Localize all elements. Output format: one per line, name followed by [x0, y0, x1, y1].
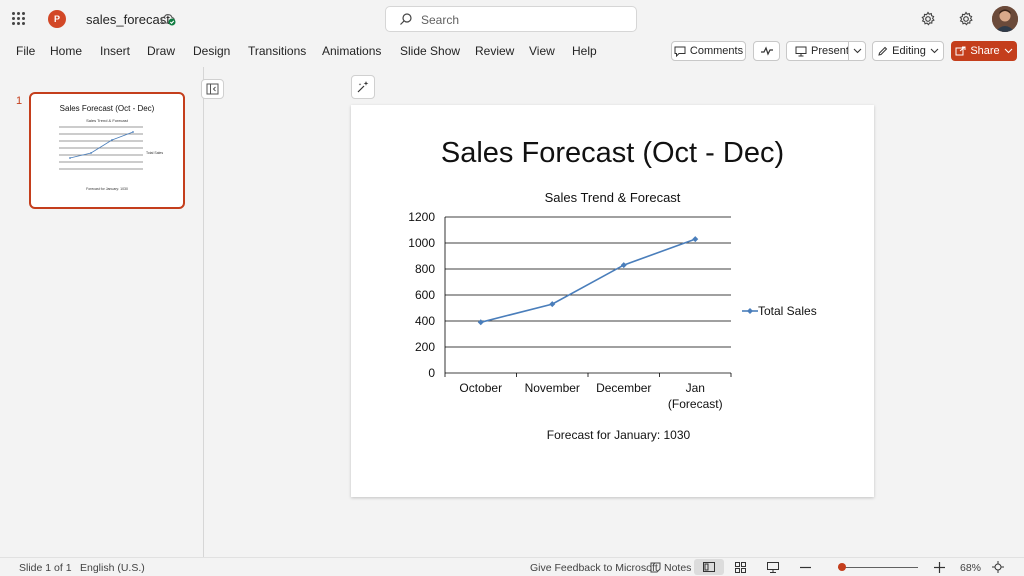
feedback-link[interactable]: Give Feedback to Microsoft — [530, 562, 658, 574]
legend-marker — [747, 308, 753, 314]
thumbnail-legend: Total Sales — [146, 151, 163, 155]
menu-draw[interactable]: Draw — [147, 44, 175, 58]
y-tick-label: 400 — [415, 314, 435, 328]
menu-help[interactable]: Help — [572, 44, 597, 58]
pane-divider — [203, 67, 204, 557]
notes-icon — [650, 562, 661, 573]
zoom-slider-thumb[interactable] — [838, 563, 846, 571]
comments-label: Comments — [689, 45, 744, 57]
user-photo-icon — [992, 6, 1018, 32]
pencil-icon — [878, 46, 888, 56]
forecast-note[interactable]: Forecast for January: 1030 — [351, 428, 874, 442]
file-name[interactable]: sales_forecast — [86, 12, 170, 27]
cloud-saved-icon — [160, 14, 176, 26]
normal-view-icon — [703, 562, 715, 572]
search-box[interactable]: Search — [385, 6, 637, 32]
menu-home[interactable]: Home — [50, 44, 82, 58]
thumbnail-note: Forecast for January: 1030 — [86, 187, 128, 191]
data-point — [477, 319, 484, 326]
menu-insert[interactable]: Insert — [100, 44, 130, 58]
chevron-down-icon — [930, 48, 939, 54]
y-tick-label: 0 — [428, 366, 435, 380]
x-category-label: November — [525, 381, 580, 395]
editing-label: Editing — [892, 45, 926, 57]
y-tick-label: 800 — [415, 262, 435, 276]
data-point — [692, 236, 699, 243]
notes-button[interactable]: Notes — [664, 562, 691, 574]
y-tick-label: 1000 — [408, 236, 435, 250]
menu-transitions[interactable]: Transitions — [248, 44, 306, 58]
chevron-down-icon — [1004, 48, 1013, 54]
settings-gear-icon[interactable] — [920, 11, 936, 27]
slideshow-view-icon[interactable] — [767, 562, 779, 573]
menu-animations[interactable]: Animations — [322, 44, 381, 58]
editing-mode-button[interactable]: Editing — [872, 41, 944, 61]
search-icon — [400, 13, 412, 25]
menu-view[interactable]: View — [529, 44, 555, 58]
menu-review[interactable]: Review — [475, 44, 514, 58]
legend-label: Total Sales — [758, 304, 817, 318]
title-bar: P sales_forecast Search — [0, 0, 1024, 38]
activity-icon — [760, 46, 773, 56]
fit-to-window-icon[interactable] — [992, 561, 1004, 573]
x-category-label: December — [596, 381, 651, 395]
present-button[interactable]: Present — [786, 41, 866, 61]
normal-view-button[interactable] — [694, 559, 724, 575]
x-category-label: Jan — [686, 381, 705, 395]
y-tick-label: 600 — [415, 288, 435, 302]
slide-sorter-icon[interactable] — [735, 562, 746, 573]
slide-canvas[interactable]: Sales Forecast (Oct - Dec) Sales Trend &… — [351, 105, 874, 497]
language-indicator[interactable]: English (U.S.) — [80, 562, 145, 574]
app-launcher-icon[interactable] — [12, 12, 26, 26]
x-category-label: October — [459, 381, 502, 395]
magic-wand-icon — [357, 81, 369, 93]
zoom-out-icon[interactable] — [800, 566, 811, 569]
options-gear-icon[interactable] — [958, 11, 974, 27]
present-icon — [795, 46, 807, 56]
data-point — [549, 301, 556, 308]
zoom-slider-track[interactable] — [838, 567, 918, 568]
menu-file[interactable]: File — [16, 44, 35, 58]
designer-button[interactable] — [351, 75, 375, 99]
comments-button[interactable]: Comments — [671, 41, 746, 61]
x-category-label: (Forecast) — [668, 397, 723, 411]
y-tick-label: 200 — [415, 340, 435, 354]
chevron-down-icon[interactable] — [853, 48, 862, 54]
y-tick-label: 1200 — [408, 210, 435, 224]
thumbnail-number: 1 — [16, 95, 23, 107]
collapse-pane-icon — [206, 83, 219, 95]
catch-up-button[interactable] — [753, 41, 780, 61]
search-placeholder: Search — [421, 13, 460, 27]
powerpoint-logo-icon: P — [48, 10, 66, 28]
user-avatar[interactable] — [992, 6, 1018, 32]
data-point — [620, 262, 627, 269]
collapse-pane-button[interactable] — [201, 79, 224, 99]
series-line — [480, 238, 696, 324]
comment-icon — [674, 46, 686, 57]
thumbnail-chart: Total Sales Forecast for January: 1030 — [59, 126, 163, 191]
zoom-level[interactable]: 68% — [960, 562, 981, 574]
share-label: Share — [970, 45, 1000, 57]
share-button[interactable]: Share — [951, 41, 1017, 61]
share-icon — [955, 46, 966, 56]
menu-slide-show[interactable]: Slide Show — [400, 44, 460, 58]
menu-design[interactable]: Design — [193, 44, 230, 58]
slide-counter: Slide 1 of 1 — [19, 562, 72, 574]
zoom-in-icon[interactable] — [934, 562, 945, 573]
slide-thumbnail[interactable]: Sales Forecast (Oct - Dec) Sales Trend &… — [29, 92, 185, 209]
present-label: Present — [811, 45, 849, 57]
